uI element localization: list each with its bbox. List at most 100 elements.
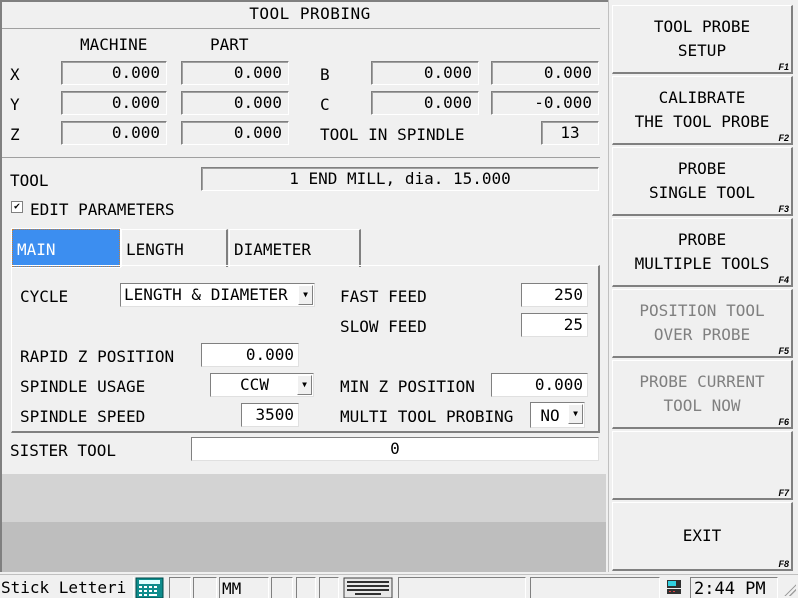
- chevron-down-icon[interactable]: ▼: [298, 285, 313, 305]
- multi-tool-probing-value: NO: [540, 406, 560, 425]
- cycle-value: LENGTH & DIAMETER: [124, 285, 288, 304]
- keyboard-icon[interactable]: [343, 577, 395, 598]
- button-label: PROBE CURRENT: [639, 372, 765, 391]
- function-key-hint: F8: [778, 559, 789, 569]
- c-part-value: -0.000: [491, 91, 599, 115]
- function-key-hint: F2: [778, 133, 789, 143]
- button-label: CALIBRATE: [658, 88, 746, 107]
- function-key-hint: F3: [778, 204, 789, 214]
- status-cell: [398, 577, 526, 598]
- button-label: PROBE: [677, 230, 727, 249]
- status-bar: Stick Letteri MM 2:44 PM: [0, 574, 798, 598]
- function-key-hint: F4: [778, 275, 789, 285]
- spindle-speed-label: SPINDLE SPEED: [20, 407, 146, 426]
- window-title: TOOL PROBING: [249, 4, 371, 23]
- button-label: TOOL NOW: [663, 396, 741, 415]
- z-part-value: 0.000: [181, 121, 289, 145]
- rapid-z-input[interactable]: 0.000: [201, 343, 299, 367]
- cycle-dropdown[interactable]: LENGTH & DIAMETER ▼: [120, 283, 315, 307]
- function-key-hint: F6: [778, 417, 789, 427]
- sister-tool-input[interactable]: 0: [191, 437, 599, 461]
- button-label: OVER PROBE: [653, 325, 751, 344]
- axis-label-y: Y: [10, 95, 20, 114]
- status-mode-text: Stick Letteri: [0, 577, 134, 598]
- empty-area: [2, 474, 606, 522]
- divider: [2, 157, 600, 158]
- machine-column-header: MACHINE: [80, 35, 148, 54]
- probe-current-tool-now-button[interactable]: PROBE CURRENT TOOL NOW F6: [612, 360, 793, 429]
- edit-parameters-checkbox[interactable]: ✔: [11, 201, 23, 213]
- b-machine-value: 0.000: [371, 61, 479, 85]
- spindle-speed-input[interactable]: 3500: [241, 403, 299, 427]
- tool-label: TOOL: [10, 171, 49, 190]
- function-key-hint: F1: [778, 62, 789, 72]
- rapid-z-label: RAPID Z POSITION: [20, 347, 175, 366]
- function-key-panel: TOOL PROBE SETUP F1 CALIBRATE THE TOOL P…: [608, 0, 798, 572]
- position-tool-over-probe-button[interactable]: POSITION TOOL OVER PROBE F5: [612, 289, 793, 358]
- button-label: PROBE: [677, 159, 727, 178]
- status-cell: [530, 577, 660, 598]
- resize-grip[interactable]: [784, 584, 796, 596]
- tab-length[interactable]: LENGTH: [121, 229, 228, 267]
- y-part-value: 0.000: [181, 91, 289, 115]
- x-part-value: 0.000: [181, 61, 289, 85]
- cycle-label: CYCLE: [20, 287, 69, 306]
- status-cell: [319, 577, 339, 598]
- function-key-hint: F5: [778, 346, 789, 356]
- button-label: SETUP: [677, 41, 727, 60]
- slow-feed-label: SLOW FEED: [340, 317, 427, 336]
- button-label: SINGLE TOOL: [649, 183, 755, 202]
- min-z-input[interactable]: 0.000: [491, 373, 588, 397]
- status-cell: [271, 577, 293, 598]
- axis-label-x: X: [10, 65, 20, 84]
- fast-feed-input[interactable]: 250: [521, 283, 588, 307]
- probe-single-tool-button[interactable]: PROBE SINGLE TOOL F3: [612, 147, 793, 216]
- calibrate-tool-probe-button[interactable]: CALIBRATE THE TOOL PROBE F2: [612, 76, 793, 145]
- units-indicator: MM: [219, 577, 269, 598]
- spindle-usage-label: SPINDLE USAGE: [20, 377, 146, 396]
- fast-feed-label: FAST FEED: [340, 287, 427, 306]
- spindle-usage-dropdown[interactable]: CCW ▼: [210, 373, 314, 397]
- b-part-value: 0.000: [491, 61, 599, 85]
- axis-label-z: Z: [10, 125, 20, 144]
- multi-tool-probing-label: MULTI TOOL PROBING: [340, 407, 514, 426]
- axis-label-b: B: [320, 65, 330, 84]
- network-computer-icon: [664, 577, 688, 598]
- z-machine-value: 0.000: [61, 121, 167, 145]
- status-cell: [193, 577, 217, 598]
- tab-main[interactable]: MAIN: [11, 228, 121, 268]
- exit-button[interactable]: EXIT F8: [612, 502, 793, 571]
- part-column-header: PART: [210, 35, 249, 54]
- x-machine-value: 0.000: [61, 61, 167, 85]
- probe-multiple-tools-button[interactable]: PROBE MULTIPLE TOOLS F4: [612, 218, 793, 287]
- divider: [2, 28, 600, 29]
- sister-tool-label: SISTER TOOL: [10, 441, 116, 460]
- tool-in-spindle-value: 13: [541, 121, 599, 145]
- button-label: THE TOOL PROBE: [634, 112, 770, 131]
- tool-description: 1 END MILL, dia. 15.000: [201, 167, 599, 191]
- function-key-hint: F7: [778, 488, 789, 498]
- chevron-down-icon[interactable]: ▼: [297, 375, 312, 395]
- edit-parameters-label[interactable]: EDIT PARAMETERS: [30, 200, 175, 219]
- f7-button[interactable]: F7: [612, 431, 793, 500]
- chevron-down-icon[interactable]: ▼: [568, 404, 583, 424]
- tool-in-spindle-label: TOOL IN SPINDLE: [320, 125, 465, 144]
- button-label: EXIT: [682, 526, 722, 545]
- multi-tool-probing-dropdown[interactable]: NO ▼: [530, 402, 585, 428]
- calculator-icon[interactable]: [135, 577, 166, 598]
- tool-probe-setup-button[interactable]: TOOL PROBE SETUP F1: [612, 5, 793, 74]
- slow-feed-input[interactable]: 25: [521, 313, 588, 337]
- button-label: MULTIPLE TOOLS: [634, 254, 770, 273]
- c-machine-value: 0.000: [371, 91, 479, 115]
- tab-diameter[interactable]: DIAMETER: [229, 229, 361, 267]
- spindle-usage-value: CCW: [240, 375, 269, 394]
- empty-area: [2, 522, 606, 572]
- y-machine-value: 0.000: [61, 91, 167, 115]
- status-cell: [296, 577, 316, 598]
- button-label: POSITION TOOL: [639, 301, 765, 320]
- clock: 2:44 PM: [690, 577, 778, 598]
- button-label: TOOL PROBE: [653, 17, 751, 36]
- status-cell: [169, 577, 191, 598]
- min-z-label: MIN Z POSITION: [340, 377, 475, 396]
- axis-label-c: C: [320, 95, 330, 114]
